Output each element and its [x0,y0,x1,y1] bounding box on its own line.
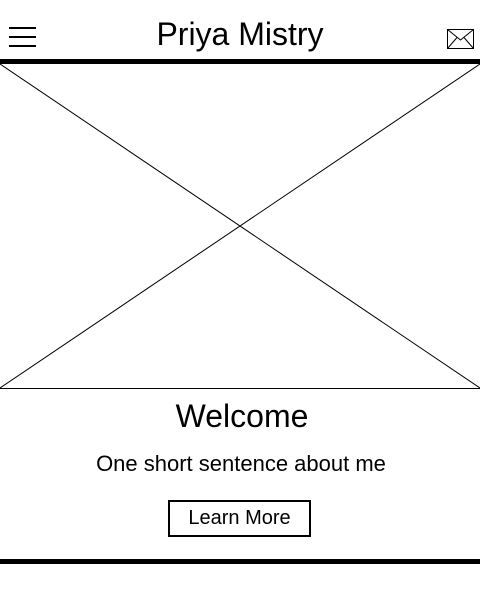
learn-more-button[interactable]: Learn More [168,500,311,537]
site-title: Priya Mistry [156,16,324,52]
tagline-text: One short sentence about me [96,451,386,476]
image-placeholder [0,64,480,389]
image-placeholder-cross [0,64,480,388]
envelope-icon[interactable] [447,29,474,49]
footer-divider [0,559,480,564]
site-header: Priya Mistry [0,0,480,60]
welcome-heading: Welcome [175,398,309,434]
envelope-icon-graphic [447,29,474,49]
